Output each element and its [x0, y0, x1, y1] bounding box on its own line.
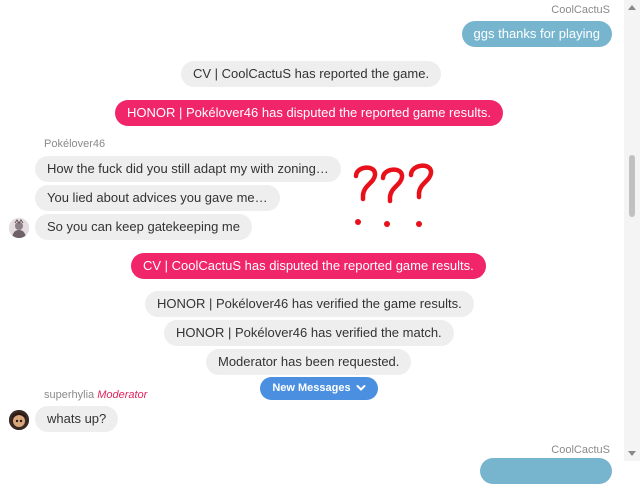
user-avatar-icon: [9, 410, 29, 430]
moderator-badge: Moderator: [97, 389, 148, 401]
own-message-bubble: [480, 458, 612, 484]
user-avatar-icon: [9, 218, 29, 238]
new-messages-button[interactable]: New Messages: [260, 377, 378, 400]
sender-name: CoolCactuS: [551, 4, 610, 16]
scrollbar[interactable]: [624, 0, 640, 461]
chat-log: CoolCactuS ggs thanks for playing CV | C…: [0, 0, 624, 484]
chat-message: How the fuck did you still adapt my with…: [35, 156, 341, 182]
chevron-down-icon: [356, 385, 366, 392]
chat-message: You lied about advices you gave me…: [35, 185, 280, 211]
sender-username: superhylia: [44, 389, 95, 401]
hand-drawn-annotation: [350, 158, 440, 230]
chat-message: So you can keep gatekeeping me: [35, 214, 252, 240]
chat-message: whats up?: [35, 406, 119, 432]
dispute-notice: HONOR | Pokélover46 has disputed the rep…: [115, 100, 503, 126]
system-message: HONOR | Pokélover46 has verified the gam…: [145, 291, 474, 317]
avatar[interactable]: [9, 410, 29, 430]
system-message: Moderator has been requested.: [206, 349, 412, 375]
question-marks-icon: [353, 163, 434, 227]
sender-name: superhylia Moderator: [44, 389, 147, 401]
scroll-up-arrow-icon[interactable]: [628, 5, 636, 10]
dispute-notice: CV | CoolCactuS has disputed the reporte…: [131, 253, 486, 279]
scroll-down-arrow-icon[interactable]: [628, 451, 636, 456]
new-messages-label: New Messages: [272, 382, 351, 394]
sender-name: Pokélover46: [44, 138, 106, 150]
system-message: CV | CoolCactuS has reported the game.: [181, 61, 442, 87]
scroll-thumb[interactable]: [629, 155, 635, 217]
avatar[interactable]: [9, 218, 29, 238]
own-message-bubble: ggs thanks for playing: [461, 21, 612, 47]
sender-name: CoolCactuS: [551, 444, 610, 456]
system-message: HONOR | Pokélover46 has verified the mat…: [164, 320, 454, 346]
